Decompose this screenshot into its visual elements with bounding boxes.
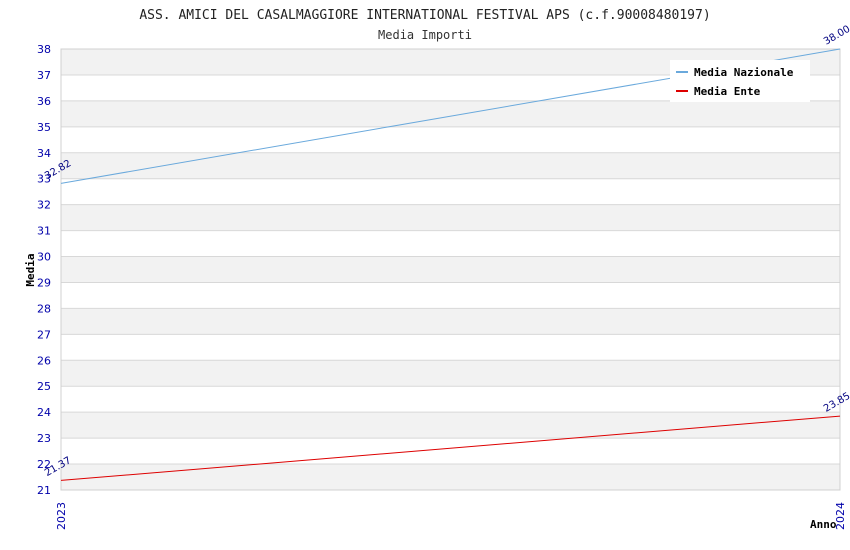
legend: Media Nazionale Media Ente (670, 60, 810, 102)
y-tick-label: 28 (37, 302, 51, 315)
y-axis-label: Media (24, 253, 37, 286)
y-tick-label: 23 (37, 432, 51, 445)
y-tick-label: 21 (37, 484, 51, 497)
y-tick-label: 25 (37, 380, 51, 393)
y-tick-label: 24 (37, 406, 51, 419)
legend-label: Media Nazionale (694, 66, 794, 79)
grid-band (61, 412, 840, 439)
y-tick-label: 30 (37, 251, 51, 264)
y-tick-label: 27 (37, 328, 51, 341)
grid-band (61, 204, 840, 231)
grid-bands (61, 49, 840, 490)
y-tick-label: 38 (37, 43, 51, 56)
y-tick-label: 37 (37, 69, 51, 82)
x-tick-label: 2023 (55, 502, 68, 530)
grid-band (61, 360, 840, 387)
chart: ASS. AMICI DEL CASALMAGGIORE INTERNATION… (24, 8, 850, 531)
grid-band (61, 256, 840, 283)
grid-band (61, 308, 840, 335)
grid-band (61, 464, 840, 490)
y-tick-label: 36 (37, 95, 51, 108)
y-tick-label: 35 (37, 121, 51, 134)
y-axis-ticks: 212223242526272829303132333435363738 (37, 43, 51, 497)
legend-label: Media Ente (694, 85, 761, 98)
y-tick-label: 34 (37, 147, 51, 160)
y-tick-label: 26 (37, 354, 51, 367)
x-axis-ticks: 2023 2024 (55, 502, 847, 530)
x-axis-label: Anno (810, 518, 837, 531)
y-tick-label: 32 (37, 199, 51, 212)
y-tick-label: 31 (37, 225, 51, 238)
y-tick-label: 29 (37, 276, 51, 289)
data-label: 38.00 (822, 24, 850, 48)
chart-title: ASS. AMICI DEL CASALMAGGIORE INTERNATION… (139, 8, 710, 23)
grid-band (61, 100, 840, 127)
chart-subtitle: Media Importi (378, 28, 472, 42)
grid-band (61, 152, 840, 179)
